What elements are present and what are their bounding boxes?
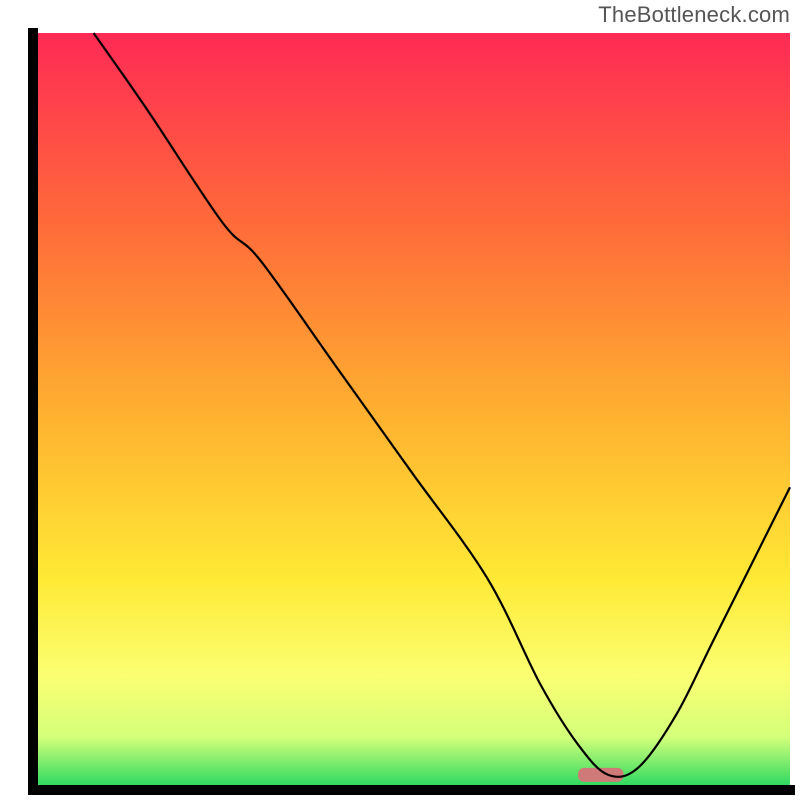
bottleneck-chart (0, 0, 800, 800)
watermark-text: TheBottleneck.com (598, 2, 790, 28)
chart-container: TheBottleneck.com (0, 0, 800, 800)
plot-background (33, 33, 790, 790)
